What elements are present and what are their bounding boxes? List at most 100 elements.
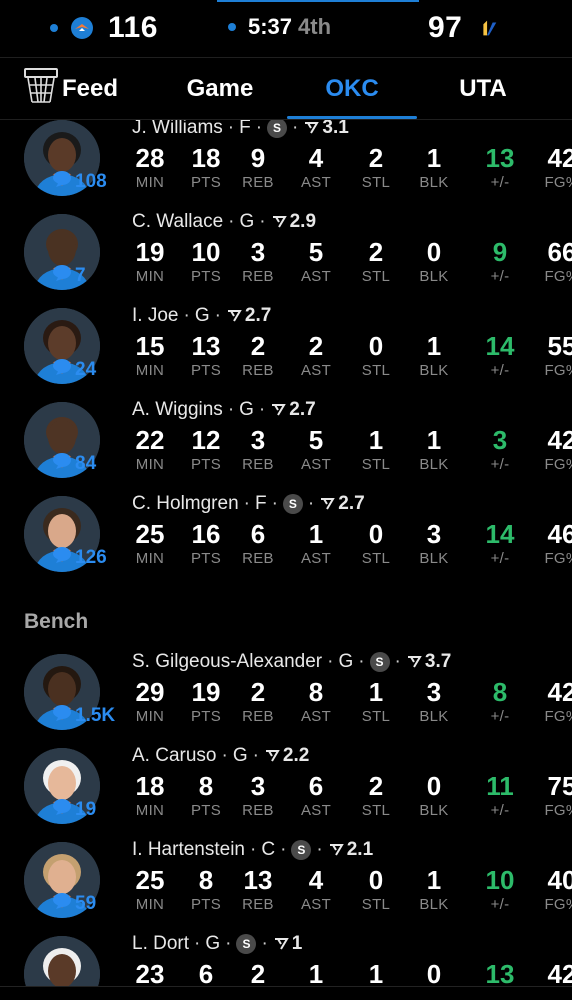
stat-labels: MIN PTS REB AST STL BLK +/- FG% xyxy=(132,268,572,286)
starter-badge-icon: S xyxy=(369,652,390,672)
stat-label: BLK xyxy=(419,896,449,913)
tab-game[interactable]: Game xyxy=(160,59,280,119)
stat-label: BLK xyxy=(419,268,449,285)
stat-plus-minus: 10 xyxy=(485,865,515,895)
comment-count: 1.5K xyxy=(75,705,116,726)
stat-ast: 4 xyxy=(308,143,324,173)
stat-fg-pct: 75 xyxy=(547,771,572,801)
player-name-line: L. Dort · G · S · 1 xyxy=(132,932,572,956)
stat-label: PTS xyxy=(190,708,222,725)
stat-plus-minus: 14 xyxy=(485,331,515,361)
player-name[interactable]: S. Gilgeous-Alexander xyxy=(132,651,322,673)
away-score: 97 xyxy=(428,11,463,44)
stat-labels: MIN PTS REB AST STL BLK +/- FG% xyxy=(132,550,572,568)
player-name[interactable]: I. Joe xyxy=(132,305,178,327)
tab-okc[interactable]: OKC xyxy=(287,59,417,119)
player-row[interactable]: L. Dort·G·S·123621101342MINPTSREBASTSTLB… xyxy=(0,932,572,986)
stat-label: MIN xyxy=(135,550,165,567)
player-row[interactable]: 19 A. Caruso · G · 2.2 18 8 3 6 2 0 11 75 MIN PTS REB AST… xyxy=(0,744,572,838)
comment-count-badge[interactable]: 24 xyxy=(52,359,97,380)
stat-label: PTS xyxy=(190,550,222,567)
comment-bubble-icon xyxy=(52,170,72,194)
stat-ast: 1 xyxy=(308,519,324,549)
stat-min: 29 xyxy=(135,677,165,707)
stat-label: STL xyxy=(361,268,391,285)
comment-count-badge[interactable]: 126 xyxy=(52,546,107,570)
stat-fg-pct: 46 xyxy=(547,519,572,549)
away-team-score[interactable]: 97 xyxy=(428,8,500,48)
comment-count: 59 xyxy=(75,893,97,914)
stat-reb: 2 xyxy=(250,959,266,986)
starter-badge-icon: S xyxy=(267,120,288,138)
player-position: G xyxy=(239,399,254,420)
comment-count-badge[interactable]: 7 xyxy=(52,265,86,286)
player-info: I. Hartenstein · C · S · 2.1 25 8 13 4 0 1 10 40 MIN PTS… xyxy=(132,838,572,913)
comment-count-badge[interactable]: 108 xyxy=(52,170,107,194)
comment-count-badge[interactable]: 1.5K xyxy=(52,705,116,726)
player-row[interactable]: 84 A. Wiggins · G · 2.7 22 12 3 5 1 1 3 42 MIN PTS REB AS… xyxy=(0,398,572,492)
home-score: 116 xyxy=(108,11,158,44)
separator: · xyxy=(292,120,299,138)
player-name[interactable]: C. Wallace xyxy=(132,211,223,233)
stat-label: FG% xyxy=(544,550,572,567)
player-row[interactable]: 7 C. Wallace · G · 2.9 19 10 3 5 2 0 9 66 MIN PTS REB AST… xyxy=(0,210,572,304)
player-name[interactable]: J. Williams xyxy=(132,120,223,139)
player-position: G xyxy=(232,745,248,766)
stat-reb: 6 xyxy=(250,519,266,549)
stat-label: STL xyxy=(361,456,391,473)
player-stats: 25 16 6 1 0 3 14 46 xyxy=(132,519,572,549)
player-rating: 2.7 xyxy=(244,305,272,326)
player-name-line: J. Williams · F · S · 3.1 xyxy=(132,120,572,140)
separator: · xyxy=(221,745,228,766)
player-row[interactable]: 59 I. Hartenstein · C · S · 2.1 25 8 13 4 0 1 10 40 MIN P… xyxy=(0,838,572,932)
player-rating: 2.7 xyxy=(338,493,365,514)
player-name[interactable]: A. Wiggins xyxy=(132,399,223,421)
stat-min: 19 xyxy=(135,237,165,267)
player-row[interactable]: 108 J. Williams · F · S · 3.1 28 18 9 4 2 1 13 42 MIN PTS… xyxy=(0,120,572,210)
stat-blk: 0 xyxy=(426,237,442,267)
separator: · xyxy=(214,305,221,326)
stat-blk: 1 xyxy=(426,143,442,173)
player-name[interactable]: L. Dort xyxy=(132,933,189,955)
bottom-edge xyxy=(0,986,572,1000)
player-name[interactable]: A. Caruso xyxy=(132,745,216,767)
rating-flag-icon xyxy=(406,655,422,669)
player-stats: 28 18 9 4 2 1 13 42 xyxy=(132,143,572,173)
stat-label: PTS xyxy=(190,174,222,191)
comment-count-badge[interactable]: 59 xyxy=(52,893,97,914)
stat-min: 18 xyxy=(135,771,165,801)
comment-count-badge[interactable]: 19 xyxy=(52,799,96,820)
stat-blk: 1 xyxy=(426,425,442,455)
home-team-score[interactable]: 116 xyxy=(50,8,158,48)
stat-label: +/- xyxy=(490,550,510,567)
separator: · xyxy=(261,933,268,954)
player-row[interactable]: 24 I. Joe · G · 2.7 15 13 2 2 0 1 14 55 MIN PTS REB AST ST… xyxy=(0,304,572,398)
stat-pts: 19 xyxy=(191,677,221,707)
comment-count-badge[interactable]: 84 xyxy=(52,453,96,474)
stat-label: REB xyxy=(242,174,274,191)
player-row[interactable]: 126 C. Holmgren · F · S · 2.7 25 16 6 1 0 3 14 46 MIN PTS… xyxy=(0,492,572,586)
stat-label: PTS xyxy=(190,362,222,379)
tab-feed[interactable]: Feed xyxy=(22,59,132,119)
player-rating: 3.7 xyxy=(424,651,452,672)
stat-label: FG% xyxy=(544,708,572,725)
stat-label: REB xyxy=(242,456,274,473)
player-position: F xyxy=(239,120,251,138)
comment-count: 24 xyxy=(75,359,97,380)
player-avatar[interactable] xyxy=(24,936,100,986)
player-position: G xyxy=(194,305,210,326)
tab-uta[interactable]: UTA xyxy=(418,59,548,119)
separator: · xyxy=(228,211,235,232)
stat-label: AST xyxy=(300,268,332,285)
stat-ast: 5 xyxy=(308,425,324,455)
player-row[interactable]: 1.5K S. Gilgeous-Alexander · G · S · 3.7 29 19 2 8 1… xyxy=(0,650,572,744)
comment-bubble-icon xyxy=(52,546,72,570)
separator: · xyxy=(194,933,201,954)
player-info: J. Williams · F · S · 3.1 28 18 9 4 2 1 13 42 MIN PTS REB… xyxy=(132,120,572,191)
player-name[interactable]: I. Hartenstein xyxy=(132,839,245,861)
player-rating: 1 xyxy=(291,933,303,954)
separator: · xyxy=(252,745,259,766)
player-name[interactable]: C. Holmgren xyxy=(132,493,239,515)
stat-reb: 9 xyxy=(250,143,266,173)
stat-ast: 5 xyxy=(308,237,324,267)
